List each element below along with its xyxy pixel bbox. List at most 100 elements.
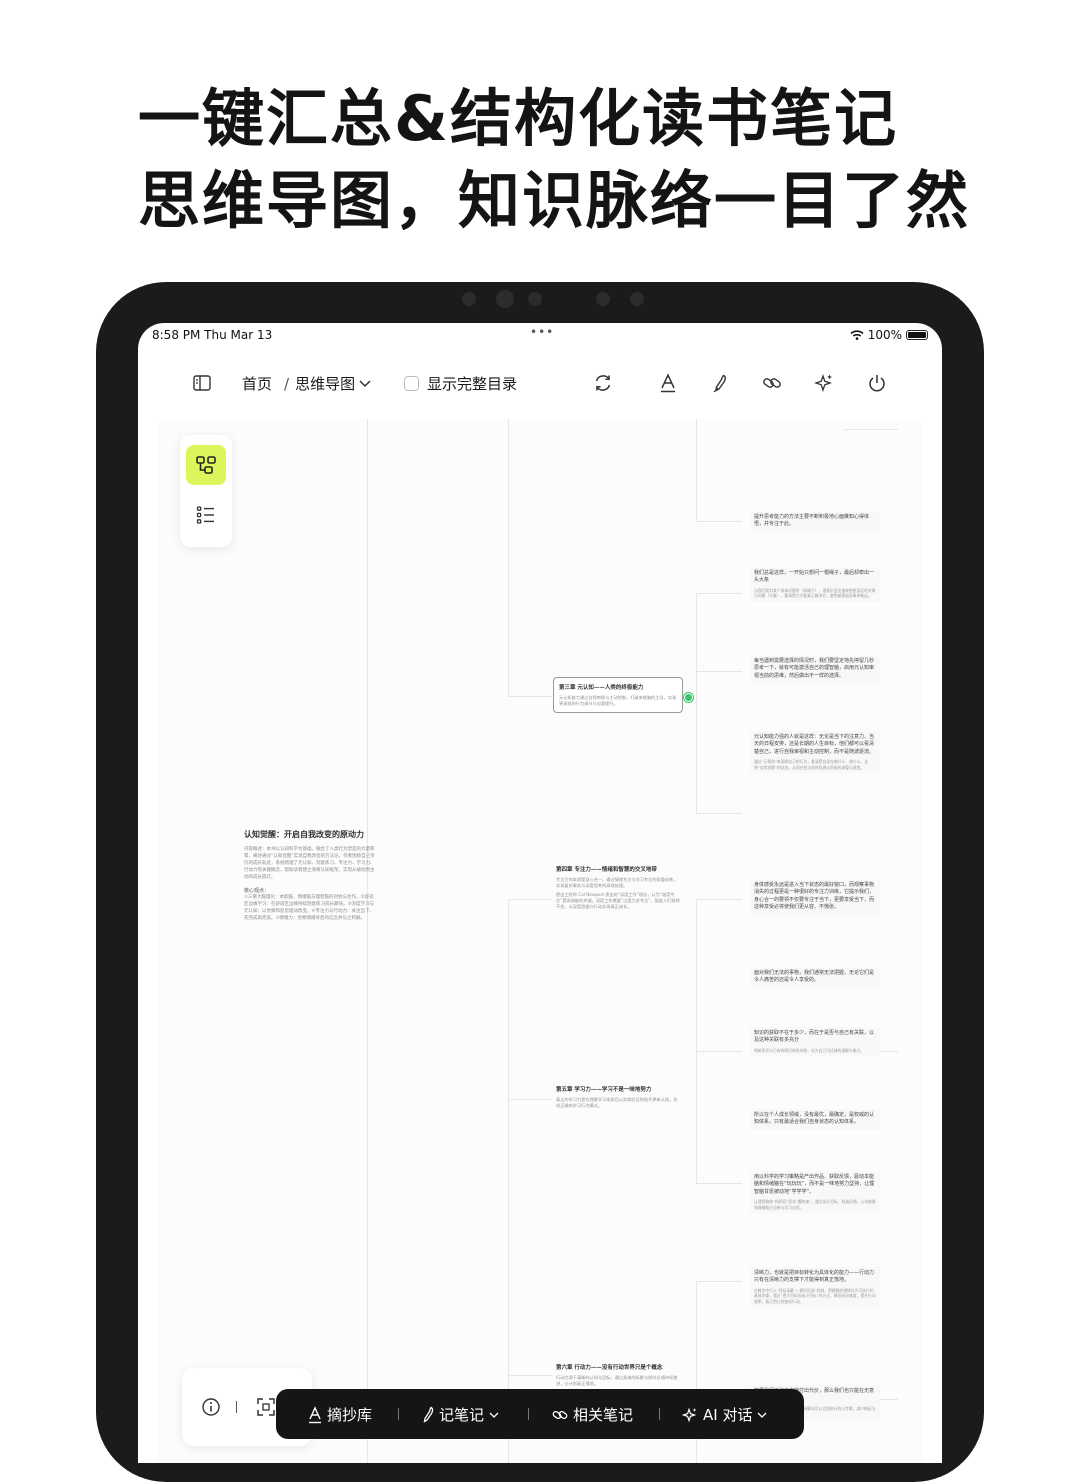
camera-sensor	[528, 292, 542, 306]
connector-line	[696, 521, 742, 522]
root-summary: 内容概述：本书以认知科学为基础，融合了人类行为塑造的大量积累，阐述通过“认知觉醒…	[244, 847, 375, 880]
power-icon[interactable]	[865, 371, 889, 395]
chevron-down-icon[interactable]	[359, 379, 371, 388]
breadcrumb: 首页 / 思维导图	[242, 373, 371, 394]
leaf-node[interactable]: 身体感受永远是进入当下状态的最好窗口，而观察事物消失的过程更是一种很好的专注力训…	[750, 879, 880, 915]
note-pen-icon	[423, 1406, 434, 1423]
view-mode-dropdown[interactable]: 思维导图	[295, 373, 355, 394]
list-icon	[196, 506, 214, 524]
sidebar-toggle-icon[interactable]	[190, 371, 214, 395]
related-link-icon	[552, 1410, 568, 1419]
leaf-text: 身体感受永远是进入当下状态的最好窗口，而观察事物消失的过程更是一种很好的专注力训…	[754, 882, 875, 911]
chevron-down-icon[interactable]	[757, 1412, 767, 1418]
root-title: 认知觉醒：开启自我改变的原动力	[244, 830, 364, 839]
bottom-dock: 摘抄库 记笔记 相关笔记 AI 对话	[276, 1389, 804, 1439]
dock-separator	[528, 1408, 529, 1420]
connector-line	[844, 429, 898, 430]
chapter-note: 提出工程师 Cal Newport 提出的“深度工作”理念，认为“极度专注”是高…	[556, 892, 680, 909]
leaf-text: 面对我们无法的事物，我们通常无法把握，无论它们是令人痛苦的还是令人享受的。	[754, 970, 875, 984]
take-notes-button[interactable]: 记笔记	[422, 1404, 499, 1425]
excerpts-button[interactable]: 摘抄库	[308, 1404, 372, 1425]
chapter-title: 第四章 专注力——情绪和智慧的交叉地带	[556, 867, 657, 873]
leaf-node[interactable]: 所以在个人成长领域，没有最优，最确定，是权威的认知体系，只有最适合我们自身状态的…	[750, 1109, 880, 1130]
leaf-sub: 当我们面对某个具体问题时（如绳子），潜意识会迅速联想更深层的关联与问题（大象），…	[754, 587, 876, 599]
connector-line	[508, 899, 509, 1463]
leaf-text: 清晰力，也就是把目标转化为具体化的能力——行动力只有在清晰力的支撑下才能得到真正…	[754, 1270, 875, 1284]
headline-line-1: 一键汇总&结构化读书笔记	[138, 82, 899, 155]
leaf-text: 元认知能力强的人就是这样：无论是当下的注意力、当天的日程安排，还是长期的人生目标…	[754, 734, 875, 755]
leaf-sub: 将新知识与已有的知识体系关联，化为自己可迁移的理解与能力。	[754, 1047, 865, 1053]
toc-checkbox[interactable]	[404, 376, 419, 391]
top-toolbar: 首页 / 思维导图 显示完整目录	[138, 367, 942, 401]
status-bar: 8:58 PM Thu Mar 13 ••• 100%	[138, 323, 942, 347]
leaf-node[interactable]: 面对我们无法的事物，我们通常无法把握，无论它们是令人痛苦的还是令人享受的。	[750, 967, 880, 988]
chapter-title: 第五章 学习力——学习不是一味地努力	[556, 1087, 652, 1093]
chapter-node-6[interactable]: 第六章 行动力——没有行动世界只是个概念 行动力源于清晰的认知与目标，通过具体的…	[556, 1363, 680, 1387]
refresh-icon[interactable]	[591, 371, 615, 395]
breadcrumb-home[interactable]: 首页	[242, 373, 272, 394]
ai-sparkle-icon[interactable]	[812, 371, 836, 395]
headline-line-2: 思维导图，知识脉络一目了然	[138, 164, 971, 237]
ai-chat-button[interactable]: AI 对话	[682, 1404, 767, 1425]
tablet-screen: 8:58 PM Thu Mar 13 ••• 100% 首页 / 思维导图 显示…	[138, 323, 942, 1463]
node-expand-handle[interactable]	[684, 693, 693, 702]
connector-line	[696, 671, 742, 672]
leaf-sub: 让理智脑做“指挥官”而非“搬砖者”，通过设计目标、制造反馈，让本能脑和情绪脑主动…	[754, 1199, 876, 1210]
connector-line	[508, 899, 552, 900]
chapter-desc: 专注力的本质是身心合一。通过情绪专注与学习专注的双重训练，实现复杂事务与深度思考…	[556, 877, 678, 888]
connector-line	[508, 419, 509, 696]
chapter-desc: 真正的学习力是在理解学习本质后以实践验证和迭代更新认知，形成正确的学习行为模式。	[556, 1097, 678, 1108]
status-time: 8:58 PM Thu Mar 13	[152, 328, 273, 342]
leaf-node[interactable]: 清晰力，也就是把目标转化为具体化的能力——行动力只有在清晰力的支撑下才能得到真正…	[750, 1267, 880, 1308]
mindmap-view-button[interactable]	[186, 445, 226, 485]
chapter-node-5[interactable]: 第五章 学习力——学习不是一味地努力 真正的学习力是在理解学习本质后以实践验证和…	[556, 1085, 680, 1109]
related-notes-button[interactable]: 相关笔记	[552, 1404, 633, 1425]
info-icon[interactable]	[200, 1396, 222, 1418]
wifi-icon	[850, 330, 864, 340]
leaf-node[interactable]: 我们总是这样，一开始只想问一根绳子，最后却牵出一头大象 当我们面对某个具体问题时…	[750, 567, 880, 602]
root-sub-label: 核心观点：	[244, 888, 270, 894]
excerpts-label: 摘抄库	[327, 1406, 373, 1424]
highlight-icon	[309, 1405, 321, 1423]
fullscreen-icon[interactable]	[255, 1396, 277, 1418]
pen-icon[interactable]	[708, 371, 732, 395]
battery-icon	[906, 330, 928, 340]
root-sub-text: ①三重大脑理论：本能脑、情绪脑与理智脑的对抗与合作。②舒适区边缘学习：在舒适区边…	[244, 895, 375, 921]
chapter-desc: 行动力源于清晰的认知与目标，通过具体的拆解与即时反馈持续推进，让计划真正落地。	[556, 1375, 678, 1386]
connector-line	[367, 419, 368, 1463]
chapter-node-4[interactable]: 第四章 专注力——情绪和智慧的交叉地带 专注力的本质是身心合一。通过情绪专注与学…	[556, 865, 680, 910]
connector-line	[508, 696, 552, 697]
related-notes-label: 相关笔记	[573, 1406, 634, 1424]
connector-line	[508, 1375, 552, 1376]
show-full-toc-toggle[interactable]: 显示完整目录	[404, 373, 517, 394]
view-switcher-panel	[180, 435, 232, 547]
leaf-text: 知识的获取不在于多少，而在于是否与自己有关联，以及这种关联有多充分	[754, 1030, 875, 1044]
connector-line	[696, 419, 697, 521]
list-view-button[interactable]	[186, 495, 226, 535]
connector-line	[508, 1099, 552, 1100]
dock-separator	[398, 1408, 399, 1420]
connector-line	[696, 813, 742, 814]
leaf-node[interactable]: 每当遇到需要选择的情况时，我们要坚定地先停留几秒思考一下，就有可能激活自己的理智…	[750, 655, 880, 684]
ai-chat-icon	[682, 1407, 697, 1422]
leaf-text: 每当遇到需要选择的情况时，我们要坚定地先停留几秒思考一下，就有可能激活自己的理智…	[754, 658, 875, 679]
take-notes-label: 记笔记	[439, 1406, 485, 1424]
chapter-node-3[interactable]: 第三章 元认知——人类的终极能力 元认知能力通过自我审视与主动控制，打破本能脑的…	[553, 677, 683, 713]
leaf-node[interactable]: 知识的获取不在于多少，而在于是否与自己有关联，以及这种关联有多充分 将新知识与已…	[750, 1027, 880, 1057]
mindmap-root-node[interactable]: 认知觉醒：开启自我改变的原动力 内容概述：本书以认知科学为基础，融合了人类行为塑…	[244, 829, 376, 922]
leaf-sub: 通过“元视角”来观察自己的行为，看清楚自身在做什么、想什么，达到“自我觉察”的状…	[754, 759, 869, 770]
multitask-dots[interactable]: •••	[530, 325, 554, 339]
breadcrumb-separator: /	[284, 374, 290, 393]
text-style-icon[interactable]	[656, 371, 680, 395]
mindmap-canvas[interactable]: 认知觉醒：开启自我改变的原动力 内容概述：本书以认知科学为基础，融合了人类行为塑…	[158, 419, 922, 1463]
connector-line	[696, 899, 742, 900]
leaf-node[interactable]: 元认知能力强的人就是这样：无论是当下的注意力、当天的日程安排，还是长期的人生目标…	[750, 731, 880, 774]
leaf-node[interactable]: 用以科学的学习策略是产出作品、获取反馈，驱动本能脑和情绪脑在“玩玩玩”，而不是一…	[750, 1171, 880, 1214]
chapter-title: 第六章 行动力——没有行动世界只是个概念	[556, 1365, 663, 1371]
link-icon[interactable]	[760, 371, 784, 395]
camera-sensor	[496, 290, 514, 308]
leaf-node[interactable]: 提升思考能力的方法主要不断积极地心面推知心得体悟，并专注于此。	[750, 511, 880, 532]
leaf-text: 提升思考能力的方法主要不断积极地心面推知心得体悟，并专注于此。	[754, 514, 870, 528]
chevron-down-icon[interactable]	[489, 1412, 499, 1418]
leaf-text: 我们总是这样，一开始只想问一根绳子，最后却牵出一头大象	[754, 570, 875, 584]
